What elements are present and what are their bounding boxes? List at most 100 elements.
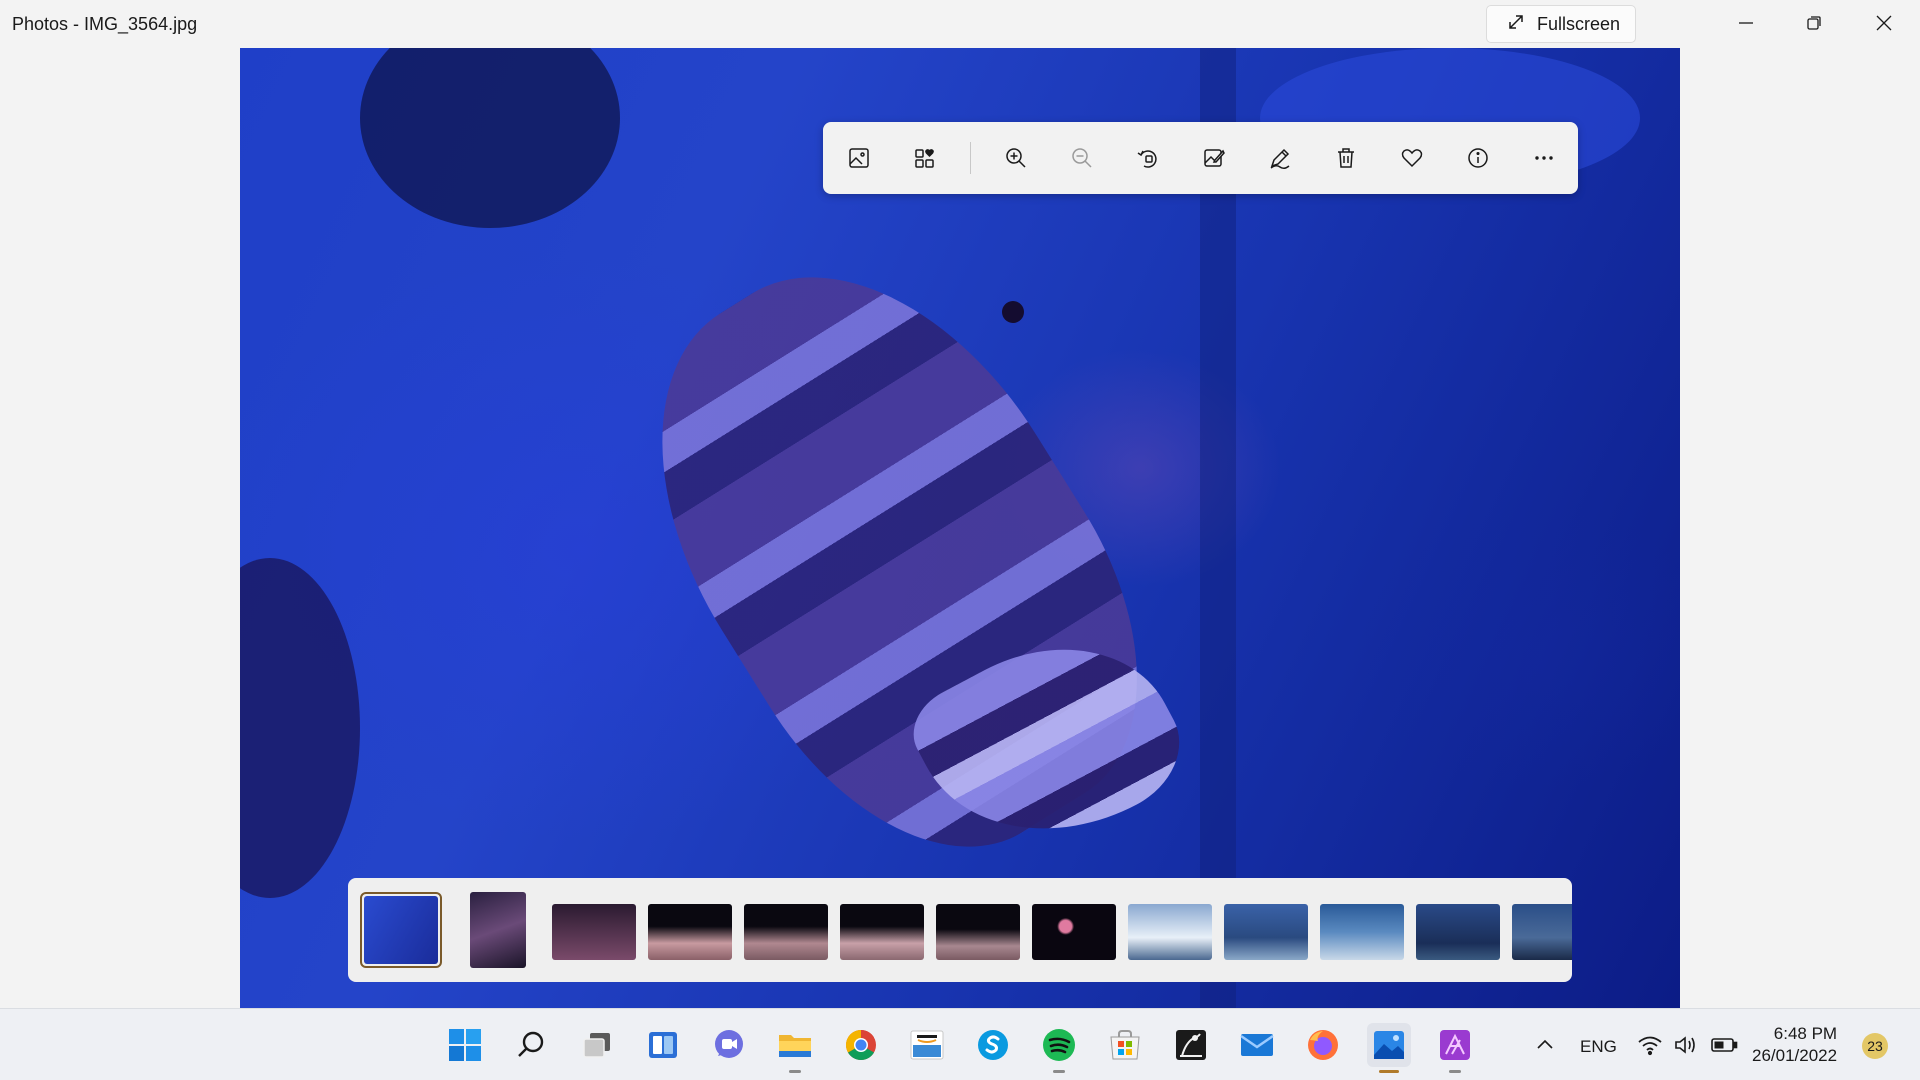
widgets-button[interactable] (641, 1023, 685, 1067)
filmstrip-thumbnail[interactable] (744, 904, 828, 960)
search-icon (518, 1031, 544, 1057)
thumbnail-image (552, 904, 636, 960)
amazon-icon (910, 1030, 944, 1060)
filmstrip-thumbnail[interactable] (1512, 904, 1572, 960)
skype-button[interactable] (971, 1023, 1015, 1067)
chrome-button[interactable] (839, 1023, 883, 1067)
thumbnail-image (364, 896, 438, 964)
filmstrip-thumbnail[interactable] (552, 904, 636, 960)
photos-icon (1374, 1031, 1404, 1059)
close-button[interactable] (1850, 0, 1918, 46)
filmstrip-thumbnail[interactable] (1224, 904, 1308, 960)
thumbnail-image (648, 904, 732, 960)
chat-button[interactable] (707, 1023, 751, 1067)
chat-icon (715, 1030, 743, 1058)
firefox-button[interactable] (1301, 1023, 1345, 1067)
filmstrip-thumbnail[interactable] (1032, 904, 1116, 960)
filmstrip-thumbnail[interactable] (1320, 904, 1404, 960)
restore-icon (1807, 16, 1821, 30)
spotify-button[interactable] (1037, 1023, 1081, 1073)
wifi-status[interactable] (1630, 1023, 1670, 1067)
thumbnail-image (1224, 904, 1308, 960)
thumbnail-image (744, 904, 828, 960)
notification-badge[interactable]: 23 (1862, 1033, 1888, 1059)
minimize-button[interactable] (1712, 0, 1780, 46)
search-button[interactable] (509, 1023, 553, 1067)
file-explorer-icon (779, 1035, 811, 1057)
windows-start-icon (449, 1029, 481, 1061)
active-indicator (1379, 1070, 1399, 1073)
mail-icon (1240, 1034, 1274, 1056)
thumbnail-image (1032, 904, 1116, 960)
filmstrip-thumbnail[interactable] (648, 904, 732, 960)
file-explorer-button[interactable] (773, 1023, 817, 1073)
chevron-up-icon (1537, 1039, 1553, 1049)
filmstrip-thumbnail[interactable] (1128, 904, 1212, 960)
start-button[interactable] (443, 1023, 487, 1067)
filmstrip-thumbnail[interactable] (470, 892, 526, 968)
favorite-button[interactable] (1390, 136, 1434, 180)
title-bar: Photos - IMG_3564.jpg Fullscreen (0, 0, 1920, 48)
task-view-button[interactable] (575, 1023, 619, 1067)
filmstrip-thumbnail[interactable] (936, 904, 1020, 960)
skype-icon (978, 1030, 1008, 1060)
clock[interactable]: 6:48 PM 26/01/2022 (1752, 1023, 1837, 1067)
info-icon (1468, 148, 1488, 168)
filmstrip-thumbnail[interactable] (360, 892, 442, 968)
thumbnail-image (1320, 904, 1404, 960)
close-icon (1876, 15, 1892, 31)
more-options-button[interactable] (1522, 136, 1566, 180)
rotate-button[interactable] (1126, 136, 1170, 180)
expand-icon (1507, 13, 1525, 36)
delete-icon (1338, 148, 1354, 168)
kindle-button[interactable] (1169, 1023, 1213, 1067)
volume-status[interactable] (1666, 1023, 1706, 1067)
more-icon (1535, 156, 1553, 160)
language-indicator[interactable]: ENG (1580, 1037, 1617, 1057)
mail-button[interactable] (1235, 1023, 1279, 1067)
image-icon (849, 148, 869, 168)
zoom-in-button[interactable] (994, 136, 1038, 180)
dark-fish (360, 48, 620, 228)
show-hidden-icons-button[interactable] (1523, 1023, 1567, 1067)
spotify-icon (1043, 1029, 1075, 1061)
view-image-button[interactable] (837, 136, 881, 180)
clock-date: 26/01/2022 (1752, 1046, 1838, 1065)
delete-button[interactable] (1324, 136, 1368, 180)
filmstrip-thumbnail[interactable] (840, 904, 924, 960)
dark-fish (240, 558, 360, 898)
add-to-album-button[interactable] (903, 136, 947, 180)
filmstrip (348, 878, 1572, 982)
thumbnail-image (1512, 904, 1572, 960)
thumbnail-image (936, 904, 1020, 960)
edit-image-icon (1204, 149, 1225, 167)
collections-icon (915, 149, 934, 168)
toolbar-separator (970, 142, 971, 174)
battery-status[interactable] (1704, 1023, 1744, 1067)
amazon-button[interactable] (905, 1023, 949, 1067)
thumbnail-image (470, 892, 526, 968)
running-indicator (1449, 1070, 1461, 1073)
affinity-button[interactable] (1433, 1023, 1477, 1073)
filmstrip-thumbnail[interactable] (1416, 904, 1500, 960)
fullscreen-label: Fullscreen (1537, 13, 1621, 34)
photo-viewer[interactable] (240, 48, 1680, 1008)
restore-button[interactable] (1780, 0, 1848, 46)
thumbnail-image (840, 904, 924, 960)
minimize-icon (1739, 22, 1753, 24)
running-indicator (789, 1070, 801, 1073)
wifi-icon (1638, 1036, 1662, 1056)
info-button[interactable] (1456, 136, 1500, 180)
photos-button[interactable] (1367, 1023, 1411, 1073)
thumbnail-image (1128, 904, 1212, 960)
zoom-out-button[interactable] (1060, 136, 1104, 180)
wrasse-fish-eye (1002, 301, 1024, 323)
draw-button[interactable] (1258, 136, 1302, 180)
microsoft-store-button[interactable] (1103, 1023, 1147, 1067)
kindle-icon (1176, 1030, 1206, 1060)
edit-image-button[interactable] (1192, 136, 1236, 180)
volume-icon (1675, 1036, 1695, 1054)
zoom-in-icon (1006, 148, 1026, 168)
widgets-icon (649, 1032, 677, 1058)
fullscreen-button[interactable]: Fullscreen (1486, 5, 1636, 43)
